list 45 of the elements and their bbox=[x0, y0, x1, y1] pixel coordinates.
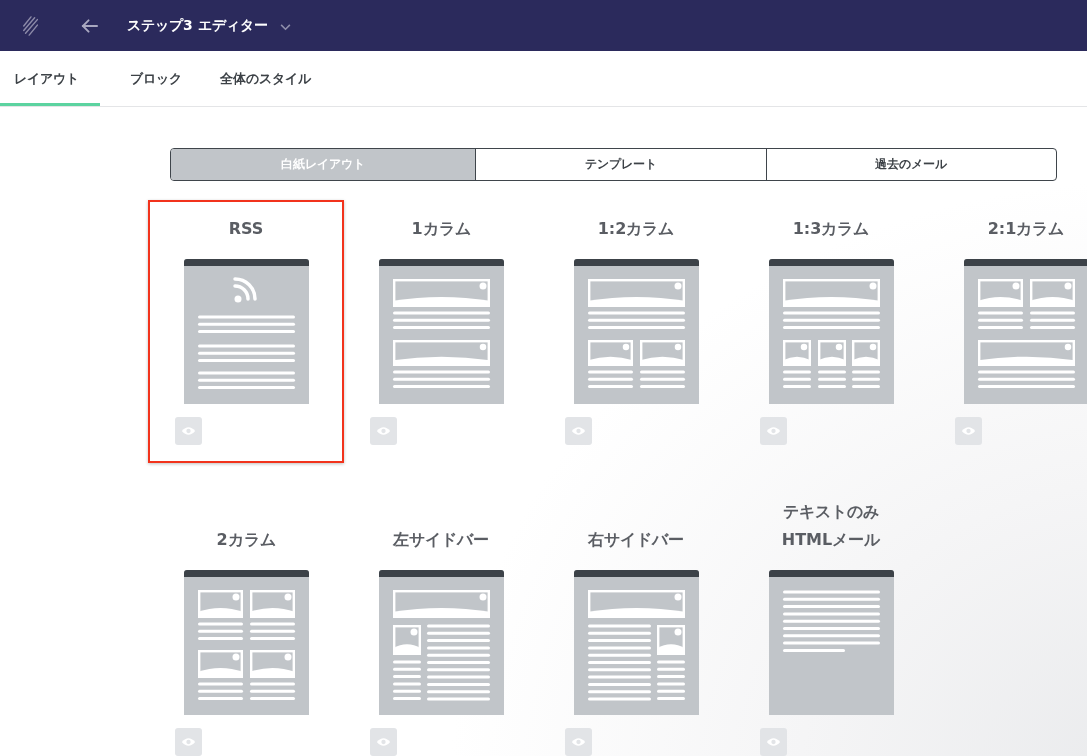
layout-title: 右サイドバー bbox=[588, 529, 684, 551]
caret-icon[interactable] bbox=[279, 23, 291, 31]
eye-icon bbox=[571, 737, 586, 747]
layout-title: 2カラム bbox=[216, 529, 276, 551]
eye-icon bbox=[181, 737, 196, 747]
tab[interactable]: 全体のスタイル bbox=[206, 51, 325, 106]
eye-icon bbox=[181, 426, 196, 436]
eye-icon bbox=[766, 426, 781, 436]
layout-card[interactable]: 2:1カラム bbox=[928, 200, 1087, 463]
layout-card[interactable]: 左サイドバー bbox=[343, 483, 539, 756]
preview-button[interactable] bbox=[955, 417, 982, 445]
page-title[interactable]: ステップ3 エディター bbox=[127, 16, 268, 35]
layout-card[interactable]: 1カラム bbox=[343, 200, 539, 463]
preview-button[interactable] bbox=[565, 417, 592, 445]
preview-button[interactable] bbox=[370, 417, 397, 445]
eye-icon bbox=[376, 737, 391, 747]
eye-icon bbox=[766, 737, 781, 747]
preview-button[interactable] bbox=[370, 728, 397, 756]
eye-icon bbox=[571, 426, 586, 436]
eye-icon bbox=[376, 426, 391, 436]
preview-button[interactable] bbox=[175, 417, 202, 445]
layout-card[interactable]: 1:2カラム bbox=[538, 200, 734, 463]
tab[interactable]: レイアウト bbox=[0, 51, 100, 106]
layout-title: 1:3カラム bbox=[792, 218, 870, 240]
layout-card[interactable]: RSS bbox=[148, 200, 344, 463]
layout-title: RSS bbox=[228, 218, 264, 240]
logo-icon[interactable] bbox=[21, 14, 41, 37]
segment-button[interactable]: テンプレート bbox=[475, 149, 766, 180]
layout-title: 左サイドバー bbox=[393, 529, 489, 551]
layout-title: 1:2カラム bbox=[597, 218, 675, 240]
tab[interactable]: ブロック bbox=[116, 51, 196, 106]
layout-card[interactable]: 1:3カラム bbox=[733, 200, 929, 463]
layout-title: 1カラム bbox=[411, 218, 471, 240]
layout-title: 2:1カラム bbox=[987, 218, 1065, 240]
layout-card[interactable]: テキストのみ HTMLメール bbox=[733, 483, 929, 756]
layout-card[interactable]: 右サイドバー bbox=[538, 483, 734, 756]
layout-card[interactable]: 2カラム bbox=[148, 483, 344, 756]
back-arrow-icon[interactable] bbox=[81, 18, 98, 33]
preview-button[interactable] bbox=[175, 728, 202, 756]
preview-button[interactable] bbox=[760, 417, 787, 445]
eye-icon bbox=[961, 426, 976, 436]
layout-title: テキストのみ HTMLメール bbox=[781, 501, 881, 551]
segment-button[interactable]: 過去のメール bbox=[765, 149, 1056, 180]
preview-button[interactable] bbox=[565, 728, 592, 756]
preview-button[interactable] bbox=[760, 728, 787, 756]
